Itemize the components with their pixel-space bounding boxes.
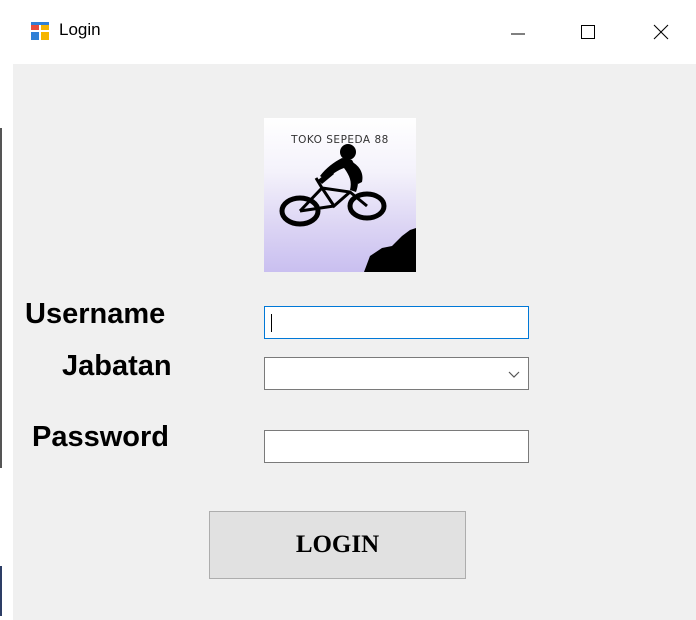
close-button[interactable] (626, 0, 696, 64)
maximize-button[interactable] (553, 0, 623, 64)
close-icon (653, 24, 669, 40)
jabatan-label: Jabatan (62, 350, 172, 382)
username-label: Username (25, 298, 166, 330)
minimize-icon (511, 33, 525, 35)
minimize-button[interactable] (483, 0, 553, 64)
text-caret (271, 314, 272, 332)
username-input[interactable] (264, 306, 529, 339)
background-window-edge-lower (0, 566, 2, 616)
windows-forms-app-icon (31, 22, 49, 40)
maximize-icon (581, 25, 595, 39)
login-button[interactable]: LOGIN (209, 511, 466, 579)
mountain-biker-icon (279, 144, 416, 272)
jabatan-dropdown[interactable] (264, 357, 529, 390)
title-bar[interactable]: Login (13, 0, 696, 64)
password-label: Password (32, 421, 169, 453)
window-title: Login (59, 20, 101, 39)
login-window: Login TOKO SEPEDA 88 Username Jabatan Pa… (13, 0, 696, 620)
password-input[interactable] (264, 430, 529, 463)
store-logo-image: TOKO SEPEDA 88 (264, 118, 416, 272)
chevron-down-icon[interactable] (508, 368, 520, 380)
background-window-edge (0, 128, 2, 468)
